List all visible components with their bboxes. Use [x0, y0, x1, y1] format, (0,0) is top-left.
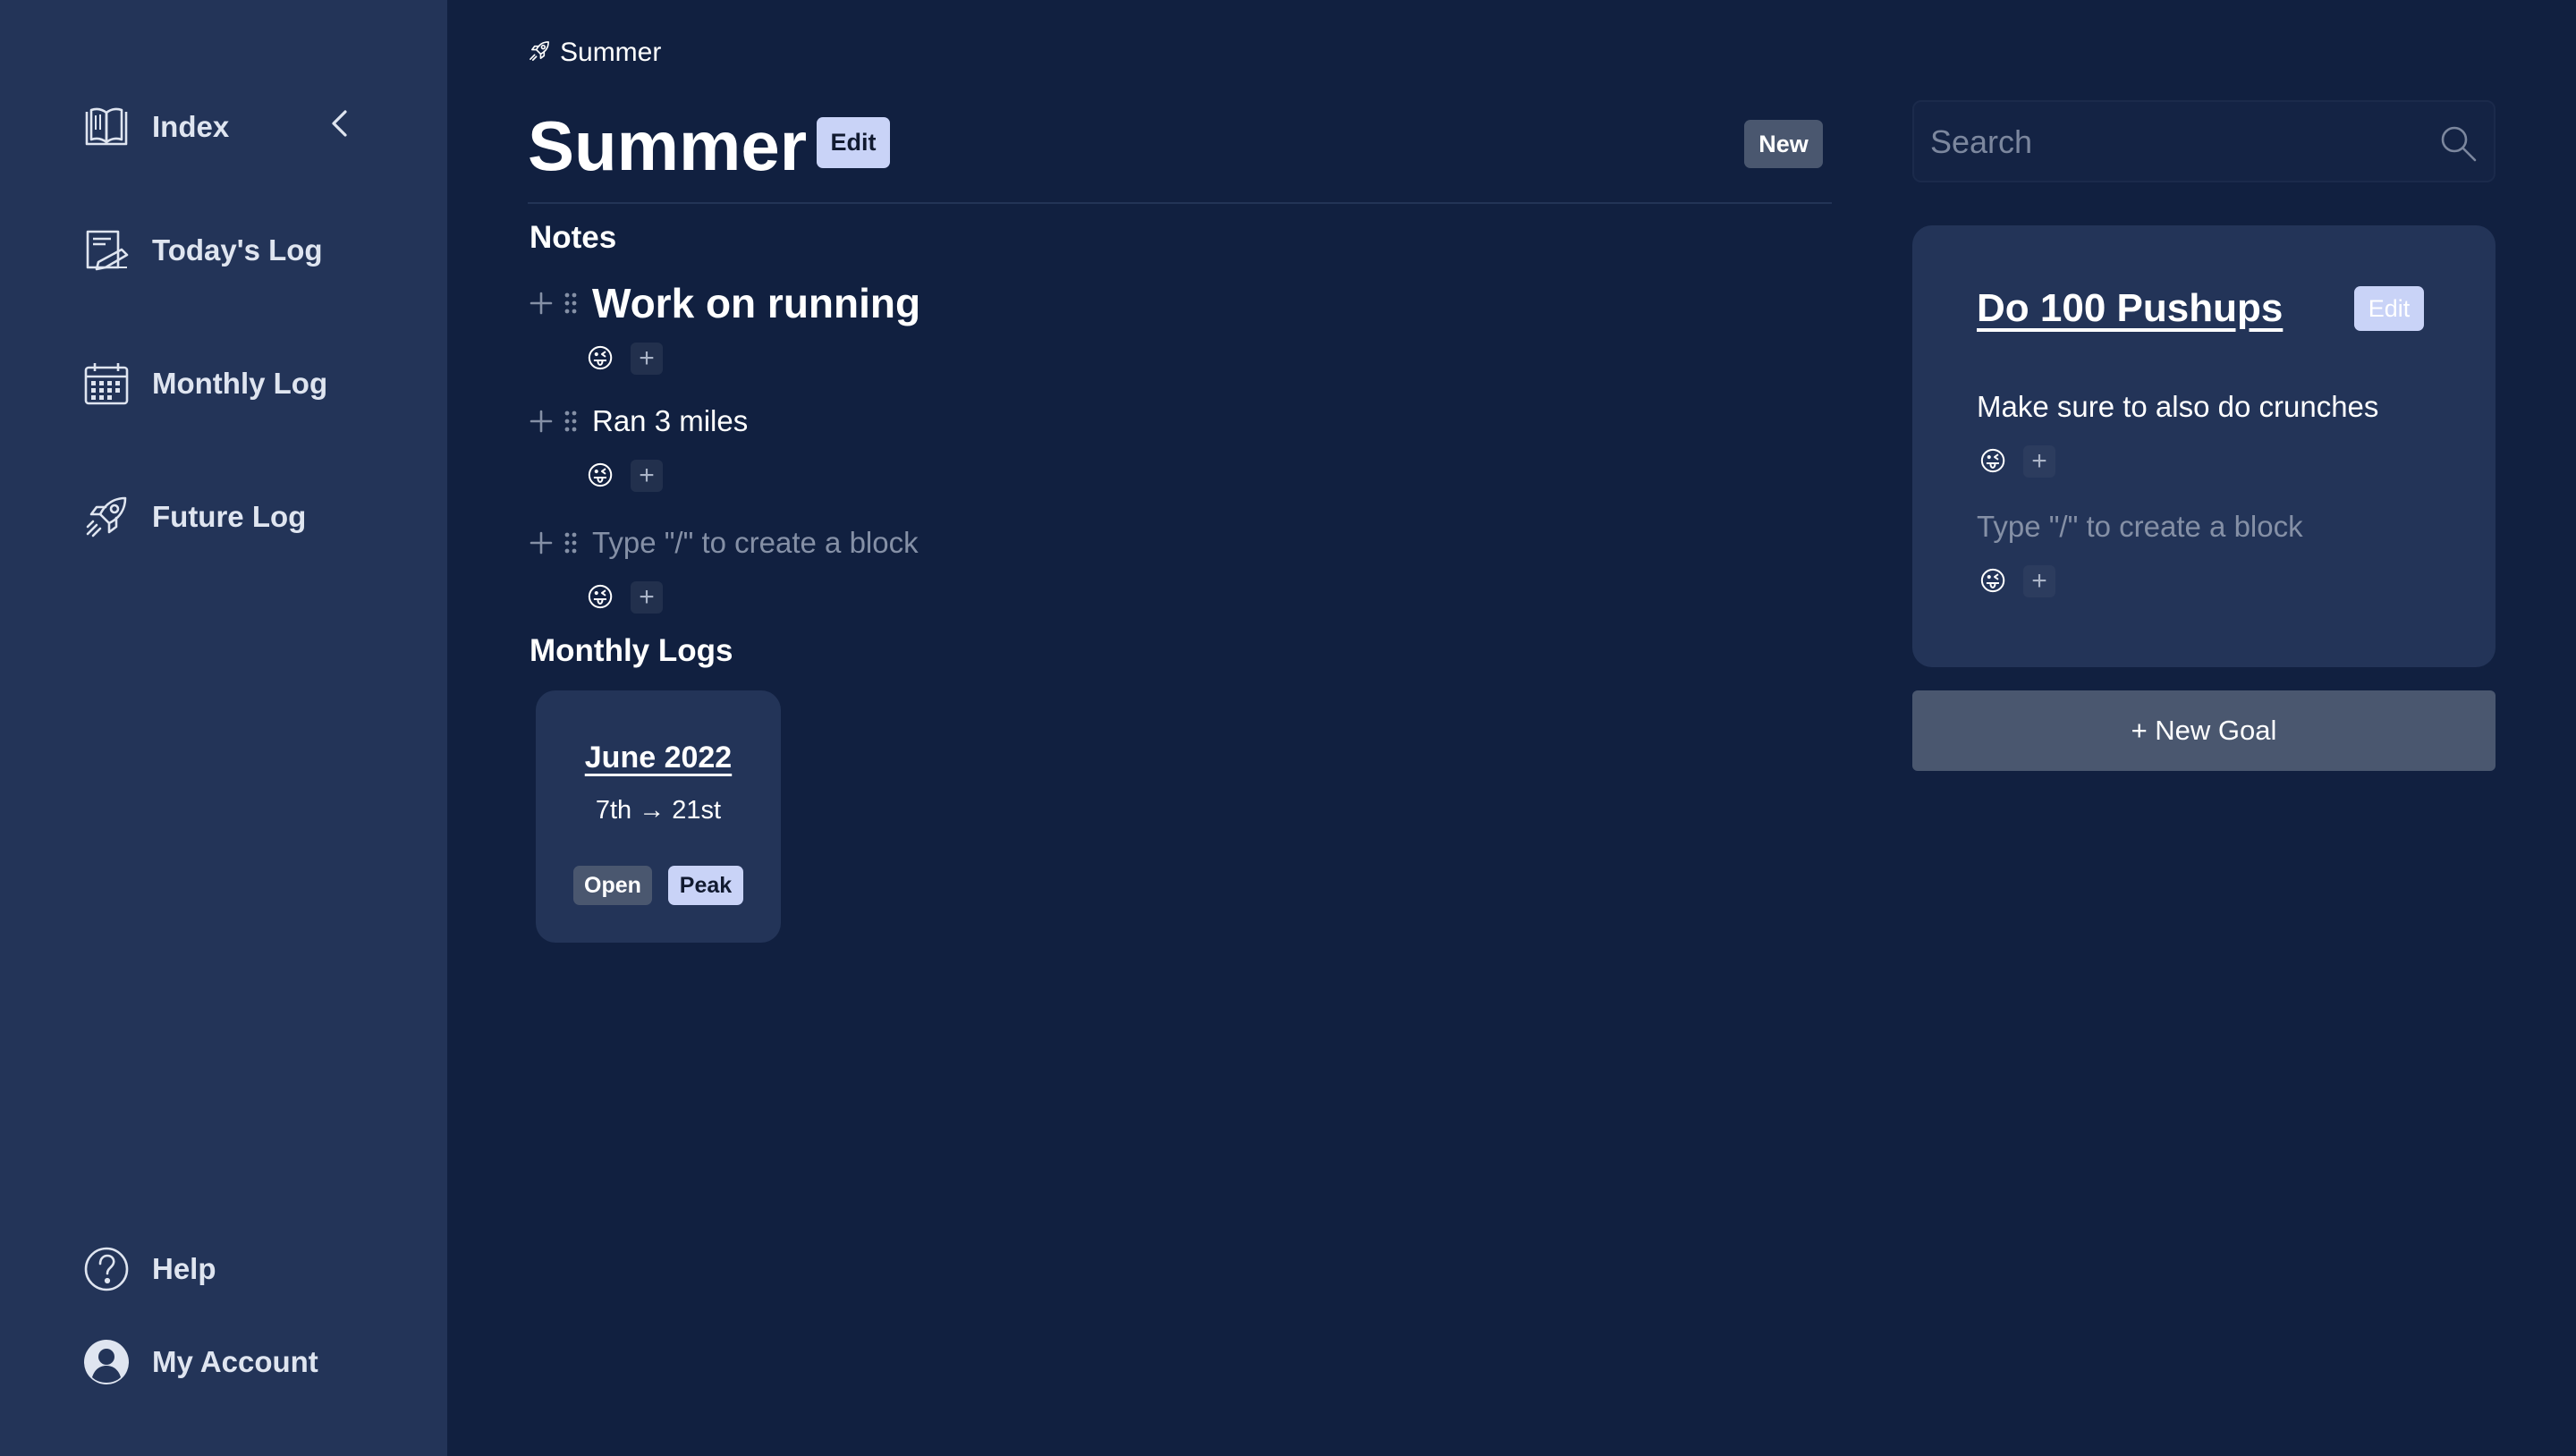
add-reaction-button[interactable]: +	[2023, 445, 2055, 478]
rocket-icon	[82, 493, 131, 541]
reaction-row: 😜 +	[584, 343, 663, 375]
reaction-row: 😜 +	[584, 581, 663, 614]
edit-goal-button[interactable]: Edit	[2354, 286, 2424, 331]
monthly-log-title[interactable]: June 2022	[536, 741, 781, 775]
plus-icon	[530, 292, 553, 315]
drag-handle-icon	[564, 532, 577, 554]
note-block-text[interactable]: Work on running	[592, 279, 920, 327]
emoji-reaction[interactable]: 😜	[1977, 565, 2009, 597]
calendar-icon	[82, 360, 131, 408]
goal-card: Do 100 Pushups Edit Make sure to also do…	[1912, 225, 2496, 667]
sidebar-item-label: Monthly Log	[152, 367, 328, 400]
sidebar-item-my-account[interactable]: My Account	[82, 1335, 318, 1389]
breadcrumb-label: Summer	[560, 38, 662, 67]
reaction-row: 😜 +	[1977, 565, 2055, 597]
note-block: Ran 3 miles	[528, 404, 748, 438]
chevron-left-icon	[332, 110, 347, 137]
note-block-placeholder: Type "/" to create a block	[528, 526, 919, 560]
new-block-input[interactable]: Type "/" to create a block	[592, 526, 919, 560]
sidebar-item-label: Future Log	[152, 500, 307, 533]
sidebar-item-monthly-log[interactable]: Monthly Log	[82, 357, 327, 411]
goal-block-text[interactable]: Make sure to also do crunches	[1977, 390, 2378, 424]
new-goal-button[interactable]: + New Goal	[1912, 690, 2496, 771]
drag-handle-icon	[564, 292, 577, 314]
emoji-reaction[interactable]: 😜	[1977, 445, 2009, 478]
add-reaction-button[interactable]: +	[631, 460, 663, 492]
search-input[interactable]	[1930, 118, 2431, 166]
add-reaction-button[interactable]: +	[631, 581, 663, 614]
title-divider	[528, 202, 1832, 204]
emoji-reaction[interactable]: 😜	[584, 343, 616, 375]
search-icon[interactable]	[2438, 123, 2478, 163]
add-block-button[interactable]	[528, 406, 555, 436]
sidebar-item-index[interactable]: Index	[82, 100, 229, 154]
sidebar-item-help[interactable]: Help	[82, 1242, 216, 1296]
sidebar-item-todays-log[interactable]: Today's Log	[82, 224, 323, 277]
emoji-reaction[interactable]: 😜	[584, 460, 616, 492]
note-block: Work on running	[528, 279, 920, 327]
drag-handle[interactable]	[560, 288, 581, 318]
sidebar-item-label: Help	[152, 1252, 216, 1285]
breadcrumb[interactable]: Summer	[528, 36, 661, 70]
sidebar-item-future-log[interactable]: Future Log	[82, 490, 306, 544]
monthly-logs-heading: Monthly Logs	[530, 633, 733, 668]
sidebar-item-label: My Account	[152, 1345, 318, 1378]
sidebar-item-label: Today's Log	[152, 233, 323, 267]
add-reaction-button[interactable]: +	[631, 343, 663, 375]
notes-heading: Notes	[530, 220, 617, 255]
new-button[interactable]: New	[1744, 120, 1823, 168]
rocket-icon	[528, 39, 551, 67]
book-icon	[82, 103, 131, 151]
page-title: Summer	[528, 106, 808, 185]
drag-handle[interactable]	[560, 528, 581, 558]
add-block-button[interactable]	[528, 528, 555, 558]
monthly-log-range: 7th → 21st	[595, 796, 722, 825]
collapse-sidebar-button[interactable]	[324, 104, 354, 143]
reaction-row: 😜 +	[1977, 445, 2055, 478]
plus-icon	[530, 410, 553, 433]
goal-new-block-input[interactable]: Type "/" to create a block	[1977, 510, 2303, 544]
edit-title-button[interactable]: Edit	[817, 117, 890, 168]
search-box	[1912, 100, 2496, 182]
reaction-row: 😜 +	[584, 460, 663, 492]
peak-button[interactable]: Peak	[668, 866, 743, 905]
plus-icon	[530, 531, 553, 554]
add-reaction-button[interactable]: +	[2023, 565, 2055, 597]
notebook-pen-icon	[82, 226, 131, 275]
user-circle-icon	[82, 1338, 131, 1386]
goal-title[interactable]: Do 100 Pushups	[1977, 286, 2283, 331]
open-button[interactable]: Open	[573, 866, 652, 905]
emoji-reaction[interactable]: 😜	[584, 581, 616, 614]
add-block-button[interactable]	[528, 288, 555, 318]
note-block-text[interactable]: Ran 3 miles	[592, 404, 748, 438]
sidebar-item-label: Index	[152, 110, 230, 143]
sidebar: Index Today's Log Monthly Log Future Log…	[0, 0, 447, 1456]
drag-handle-icon	[564, 411, 577, 432]
monthly-log-card: June 2022 7th → 21st Open Peak	[536, 690, 781, 943]
drag-handle[interactable]	[560, 406, 581, 436]
help-circle-icon	[82, 1245, 131, 1293]
